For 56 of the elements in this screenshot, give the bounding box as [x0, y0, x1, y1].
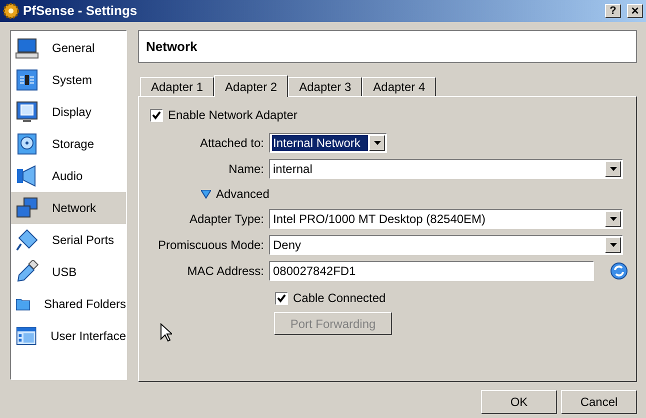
sidebar-item[interactable]: USB	[11, 256, 126, 288]
dialog-button[interactable]: Cancel	[561, 390, 637, 414]
triangle-down-icon	[201, 190, 211, 198]
dropdown[interactable]: internal	[269, 159, 623, 179]
monitor-icon	[15, 36, 39, 60]
field-label: Adapter Type:	[188, 211, 265, 228]
dialog-button[interactable]: OK	[481, 390, 557, 414]
tab[interactable]: Adapter 4	[362, 77, 436, 96]
close-button[interactable]: ×	[627, 4, 643, 18]
checkbox[interactable]	[150, 108, 163, 122]
tab[interactable]: Adapter 1	[140, 77, 214, 96]
cursor-icon	[160, 323, 172, 342]
dropdown-arrow-button[interactable]	[369, 135, 385, 151]
check-icon	[277, 294, 286, 302]
window-title: PfSense - Settings	[23, 2, 138, 20]
connector-icon	[15, 228, 39, 252]
mac-address-field[interactable]: 080027842FD1	[269, 261, 594, 281]
help-button[interactable]: ?	[605, 4, 621, 18]
dropdown-arrow-button[interactable]	[605, 211, 621, 227]
caret-icon	[610, 217, 616, 221]
dropdown-arrow-button[interactable]	[605, 161, 621, 177]
advanced-toggle[interactable]: Advanced	[201, 185, 270, 203]
checkbox-label: Enable Network Adapter	[168, 107, 298, 124]
dropdown[interactable]: Deny	[269, 235, 623, 255]
sidebar-item[interactable]: Audio	[11, 160, 126, 192]
sidebar-item[interactable]: Network	[11, 192, 126, 224]
checkbox-label: Cable Connected	[293, 290, 386, 307]
sidebar-item[interactable]: System	[11, 64, 126, 96]
caret-icon	[610, 243, 616, 247]
network-icon	[15, 196, 39, 220]
tab[interactable]: Adapter 2	[214, 75, 288, 97]
field-label: Promiscuous Mode:	[156, 237, 265, 254]
window-icon	[15, 324, 38, 348]
sidebar-item[interactable]: Storage	[11, 128, 126, 160]
chip-icon	[15, 68, 39, 92]
dropdown-arrow-button[interactable]	[605, 237, 621, 253]
field-label: MAC Address:	[186, 263, 265, 280]
display-icon	[15, 100, 39, 124]
gear-icon	[3, 3, 19, 19]
dropdown[interactable]: Internal Network	[269, 133, 387, 153]
section-header: Network	[138, 30, 637, 63]
sidebar-item[interactable]: Serial Ports	[11, 224, 126, 256]
checkbox[interactable]	[275, 292, 288, 304]
tab[interactable]: Adapter 3	[288, 77, 362, 96]
refresh-icon[interactable]	[610, 262, 628, 280]
usb-icon	[15, 260, 39, 284]
sidebar-item[interactable]: General	[11, 32, 126, 64]
caret-icon	[610, 167, 616, 171]
sidebar-item[interactable]: Display	[11, 96, 126, 128]
field-label: Attached to:	[198, 135, 265, 152]
field-label: Name:	[228, 161, 265, 178]
dropdown[interactable]: Intel PRO/1000 MT Desktop (82540EM)	[269, 209, 623, 229]
check-icon	[152, 110, 161, 120]
sidebar-item[interactable]: User Interface	[11, 320, 126, 352]
caret-icon	[374, 141, 380, 145]
sidebar-item[interactable]: Shared Folders	[11, 288, 126, 320]
